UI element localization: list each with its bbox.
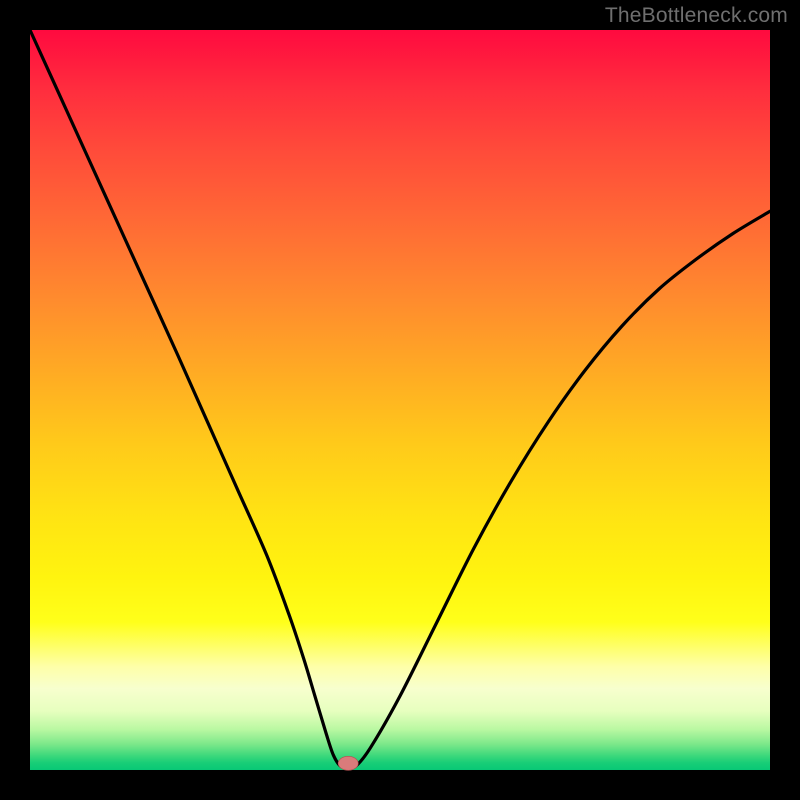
bottleneck-curve <box>30 30 770 768</box>
plot-area <box>30 30 770 770</box>
minimum-marker <box>338 756 358 770</box>
watermark-label: TheBottleneck.com <box>605 4 788 28</box>
bottleneck-curve-svg <box>30 30 770 770</box>
chart-frame: TheBottleneck.com <box>0 0 800 800</box>
